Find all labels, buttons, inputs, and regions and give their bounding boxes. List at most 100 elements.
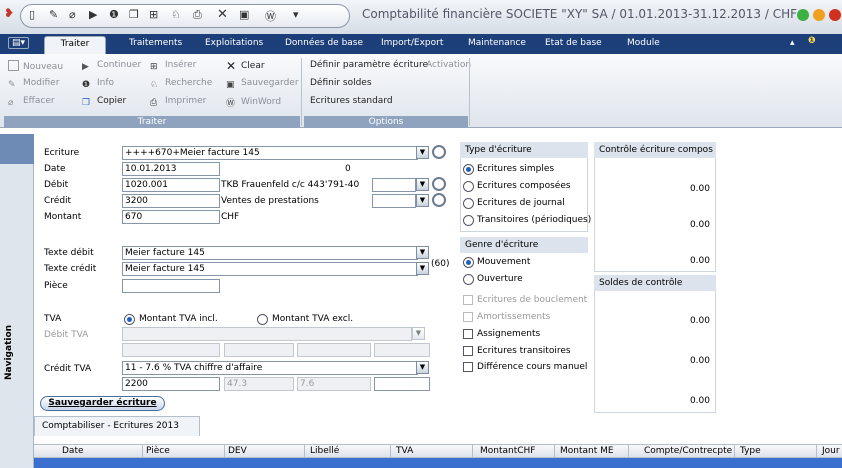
clear-icon[interactable]: ✕: [217, 7, 228, 22]
chevron-down-icon[interactable]: ▼: [416, 178, 429, 191]
chevron-down-icon[interactable]: ▾: [293, 8, 299, 21]
col-piece[interactable]: Pièce: [146, 446, 170, 456]
mouvement-radio[interactable]: [463, 257, 474, 268]
credit-input[interactable]: 3200: [122, 194, 220, 208]
texte-credit-input[interactable]: Meier facture 145: [122, 262, 418, 276]
credit-tva-value1[interactable]: 47.3: [224, 377, 294, 391]
chevron-down-icon[interactable]: ▼: [412, 327, 425, 340]
tva-incl-radio[interactable]: [124, 314, 135, 325]
montant-input[interactable]: 670: [122, 210, 220, 224]
ecritures-transitoires-checkbox[interactable]: [463, 346, 473, 356]
tab-traitements[interactable]: Traitements: [129, 38, 182, 48]
ouverture-radio[interactable]: [463, 274, 474, 285]
debit-input[interactable]: 1020.001: [122, 178, 220, 192]
ecritures-composees-radio[interactable]: [463, 181, 474, 192]
app-menu-icon[interactable]: ▤▾: [8, 37, 30, 49]
nouveau-button[interactable]: Nouveau: [8, 60, 63, 72]
sauvegarder-button[interactable]: ▣ Sauvegarder: [226, 78, 299, 91]
date-input[interactable]: 10.01.2013: [122, 162, 220, 176]
transitoires-radio[interactable]: [463, 215, 474, 226]
chevron-down-icon[interactable]: ▼: [416, 246, 429, 259]
recherche-button[interactable]: ♘ Recherche: [150, 78, 212, 91]
tab-maintenance[interactable]: Maintenance: [468, 38, 526, 48]
minimize-icon[interactable]: [797, 9, 809, 21]
print-icon[interactable]: ⎙: [193, 8, 202, 22]
tab-etat-de-base[interactable]: Etat de base: [545, 38, 602, 48]
search-icon[interactable]: [432, 177, 446, 191]
imprimer-button[interactable]: ⎙ Imprimer: [150, 96, 206, 109]
texte-debit-input[interactable]: Meier facture 145: [122, 246, 418, 260]
chevron-down-icon[interactable]: ▼: [416, 194, 429, 207]
app-logo-icon[interactable]: ❥: [4, 6, 14, 20]
difference-cours-checkbox[interactable]: [463, 362, 473, 372]
maximize-icon[interactable]: [813, 9, 825, 21]
definir-parametre-button[interactable]: Définir paramètre écriture: [310, 60, 428, 70]
copier-button[interactable]: ❐ Copier: [82, 96, 126, 109]
col-tva[interactable]: TVA: [396, 446, 413, 456]
credit-tva-input[interactable]: 11 - 7.6 % TVA chiffre d'affaire: [122, 361, 418, 375]
col-dev[interactable]: DEV: [228, 446, 247, 456]
inserer-button[interactable]: ⊞ Insérer: [150, 60, 196, 73]
col-date[interactable]: Date: [62, 446, 84, 456]
piece-input[interactable]: [122, 279, 220, 293]
tab-exploitations[interactable]: Exploitations: [205, 38, 263, 48]
col-jour[interactable]: Jour: [822, 446, 840, 456]
tab-traiter[interactable]: Traiter: [44, 36, 106, 54]
credit-extra-input[interactable]: [372, 194, 416, 208]
credit-tva-account[interactable]: 2200: [122, 377, 220, 391]
col-montant-me[interactable]: Montant ME: [560, 446, 614, 456]
save-icon[interactable]: ▣: [239, 8, 249, 21]
ecritures-bouclement-checkbox[interactable]: [463, 295, 473, 305]
play-icon[interactable]: ▶: [89, 8, 97, 21]
continuer-button[interactable]: ▶ Continuer: [82, 60, 141, 73]
winword-icon[interactable]: Ⓦ: [265, 8, 276, 24]
ecritures-journal-radio[interactable]: [463, 198, 474, 209]
activation-button[interactable]: Activation: [426, 60, 471, 70]
tab-import-export[interactable]: Import/Export: [381, 38, 443, 48]
chevron-down-icon[interactable]: ▼: [416, 361, 429, 374]
amortissements-checkbox[interactable]: [463, 312, 473, 322]
debit-extra-input[interactable]: [372, 178, 416, 192]
help-icon[interactable]: ❶: [808, 36, 816, 46]
debit-tva-value1[interactable]: [224, 343, 294, 357]
binoculars-icon[interactable]: ♘: [171, 8, 181, 21]
ecritures-simples-radio[interactable]: [463, 164, 474, 175]
copy-icon[interactable]: ❐: [129, 8, 139, 21]
insert-icon[interactable]: ⊞: [149, 8, 158, 21]
col-compte[interactable]: Compte/Contrecpte: [644, 446, 732, 456]
debit-tva-input[interactable]: [122, 327, 412, 341]
ecriture-input[interactable]: ++++670+Meier facture 145: [122, 146, 418, 160]
navigation-label[interactable]: Navigation: [4, 325, 14, 380]
navigation-panel[interactable]: [0, 134, 34, 468]
erase-icon[interactable]: ⌀: [69, 8, 76, 21]
col-type[interactable]: Type: [740, 446, 761, 456]
tab-comptabiliser[interactable]: Comptabiliser - Ecritures 2013: [34, 416, 200, 436]
info-button[interactable]: ❶ Info: [82, 78, 114, 91]
winword-button[interactable]: Ⓦ WinWord: [226, 96, 281, 109]
col-montantchf[interactable]: MontantCHF: [480, 446, 535, 456]
new-doc-icon[interactable]: ▯: [29, 8, 35, 21]
tab-module[interactable]: Module: [627, 38, 660, 48]
save-ecriture-button[interactable]: Sauvegarder écriture: [40, 396, 165, 411]
minimize-ribbon-icon[interactable]: ▴: [790, 38, 795, 48]
debit-tva-account[interactable]: [122, 343, 220, 357]
ecritures-standard-button[interactable]: Ecritures standard: [310, 96, 393, 106]
debit-tva-value2[interactable]: [297, 343, 371, 357]
search-icon[interactable]: [432, 193, 446, 207]
col-libelle[interactable]: Libellé: [310, 446, 339, 456]
tva-excl-radio[interactable]: [257, 314, 268, 325]
debit-tva-value3[interactable]: [374, 343, 430, 357]
credit-tva-value3[interactable]: [374, 377, 430, 391]
edit-icon[interactable]: ✎: [49, 8, 58, 21]
effacer-button[interactable]: ⌀ Effacer: [8, 96, 55, 109]
credit-tva-value2[interactable]: 7.6: [297, 377, 371, 391]
search-icon[interactable]: [432, 145, 446, 159]
close-icon[interactable]: [829, 9, 841, 21]
tab-donnees-de-base[interactable]: Données de base: [285, 38, 363, 48]
clear-button[interactable]: ✕ Clear: [226, 59, 265, 73]
definir-soldes-button[interactable]: Définir soldes: [310, 78, 372, 88]
info-icon[interactable]: ❶: [109, 8, 119, 21]
chevron-down-icon[interactable]: ▼: [416, 146, 429, 159]
table-row[interactable]: [34, 458, 842, 468]
modifier-button[interactable]: ✎ Modifier: [8, 78, 59, 91]
